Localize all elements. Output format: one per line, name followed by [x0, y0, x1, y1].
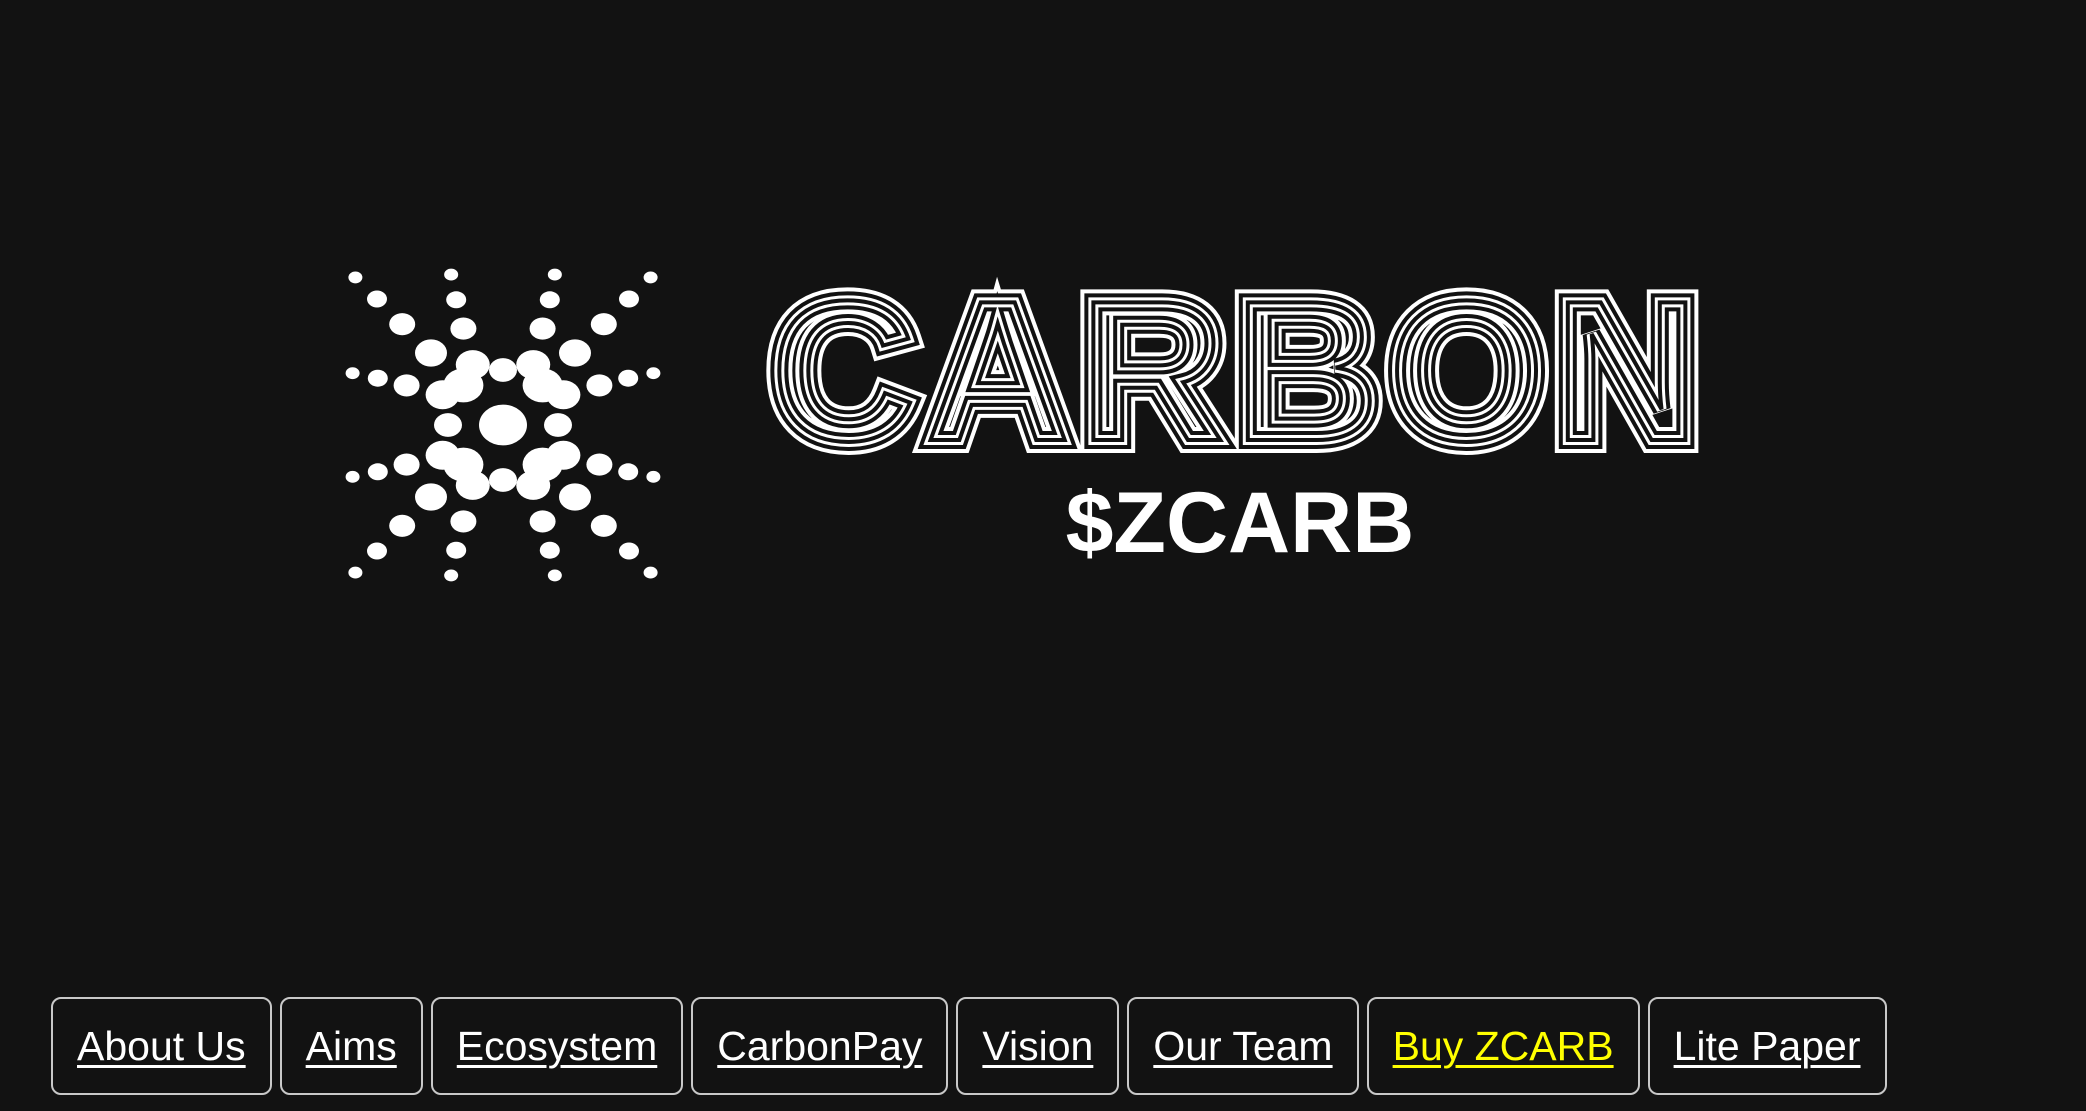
logo-dot [444, 569, 459, 582]
logo-dot [516, 470, 551, 500]
logo-dot [367, 369, 388, 387]
logo-dot [529, 317, 556, 340]
logo-dot [415, 339, 447, 367]
logo-dot [643, 566, 658, 579]
logo-dot [393, 374, 420, 397]
nav-item-carbonpay[interactable]: CarbonPay [691, 997, 949, 1095]
logo-dot [529, 510, 556, 533]
logo-dot [444, 268, 459, 281]
nav-link-ecosystem[interactable]: Ecosystem [457, 1023, 658, 1070]
nav-item-vision[interactable]: Vision [956, 997, 1120, 1095]
logo-dot [546, 380, 581, 410]
nav-link-about-us[interactable]: About Us [77, 1023, 246, 1070]
logo-dot [547, 268, 562, 281]
logo-dot [367, 542, 387, 560]
logo-dot [389, 313, 416, 336]
logo-dot [547, 569, 562, 582]
logo-dot [546, 440, 581, 470]
logo-dot [618, 369, 639, 387]
logo-dot [415, 483, 447, 511]
carbon-logo: CARBON CARBON CARBON CARBON $ZCARB [345, 247, 1712, 582]
logo-dot [489, 468, 517, 492]
nav-item-aims[interactable]: Aims [279, 997, 423, 1095]
svg-text:CARBON: CARBON [771, 260, 1709, 483]
nav-item-our-team[interactable]: Our Team [1127, 997, 1359, 1095]
logo-dot [393, 453, 420, 476]
logo-dot [450, 317, 477, 340]
x-dots-logo-icon [345, 268, 661, 582]
ticker-label: $ZCARB [1066, 475, 1415, 571]
logo-dot [348, 566, 363, 579]
logo-dot [345, 367, 360, 380]
logo-dot [367, 290, 387, 308]
logo-dot [479, 404, 527, 446]
logo-dot [367, 463, 388, 481]
hero-logo: CARBON CARBON CARBON CARBON $ZCARB [0, 0, 2086, 700]
logo-dot [646, 470, 661, 483]
nav-link-lite-paper[interactable]: Lite Paper [1674, 1023, 1861, 1070]
logo-dot [489, 358, 517, 382]
logo-dot [618, 463, 639, 481]
logo-dot [646, 367, 661, 380]
logo-dot [345, 470, 360, 483]
nav-link-aims[interactable]: Aims [306, 1023, 397, 1070]
logo-dot [559, 339, 591, 367]
carbon-wordmark: CARBON CARBON CARBON CARBON [758, 247, 1712, 496]
logo-dot [643, 271, 658, 284]
logo-dot [450, 510, 477, 533]
logo-dot [590, 313, 617, 336]
logo-dot [539, 541, 560, 559]
nav-item-buy-zcarb[interactable]: Buy ZCARB [1366, 997, 1640, 1095]
logo-dot [619, 290, 639, 308]
logo-dot [389, 514, 416, 537]
logo-dot [619, 542, 639, 560]
logo-dot [455, 350, 490, 380]
nav-item-lite-paper[interactable]: Lite Paper [1647, 997, 1887, 1095]
nav-link-buy-zcarb[interactable]: Buy ZCARB [1393, 1023, 1614, 1070]
logo-dot [455, 470, 490, 500]
logo-dot [544, 413, 572, 437]
nav-link-our-team[interactable]: Our Team [1153, 1023, 1332, 1070]
logo-dot [559, 483, 591, 511]
logo-dot [516, 350, 551, 380]
logo-dot [586, 453, 613, 476]
logo-dot [425, 380, 460, 410]
logo-dot [586, 374, 613, 397]
logo-dot [446, 291, 467, 309]
nav-item-ecosystem[interactable]: Ecosystem [430, 997, 684, 1095]
nav-link-vision[interactable]: Vision [982, 1023, 1093, 1070]
logo-dot [539, 291, 560, 309]
logo-dot [446, 541, 467, 559]
logo-dot [348, 271, 363, 284]
nav-item-about-us[interactable]: About Us [51, 997, 272, 1095]
logo-dot [590, 514, 617, 537]
logo-dot [434, 413, 462, 437]
main-nav: About Us Aims Ecosystem CarbonPay Vision… [51, 997, 1887, 1095]
logo-dot [425, 440, 460, 470]
nav-link-carbonpay[interactable]: CarbonPay [717, 1023, 922, 1070]
